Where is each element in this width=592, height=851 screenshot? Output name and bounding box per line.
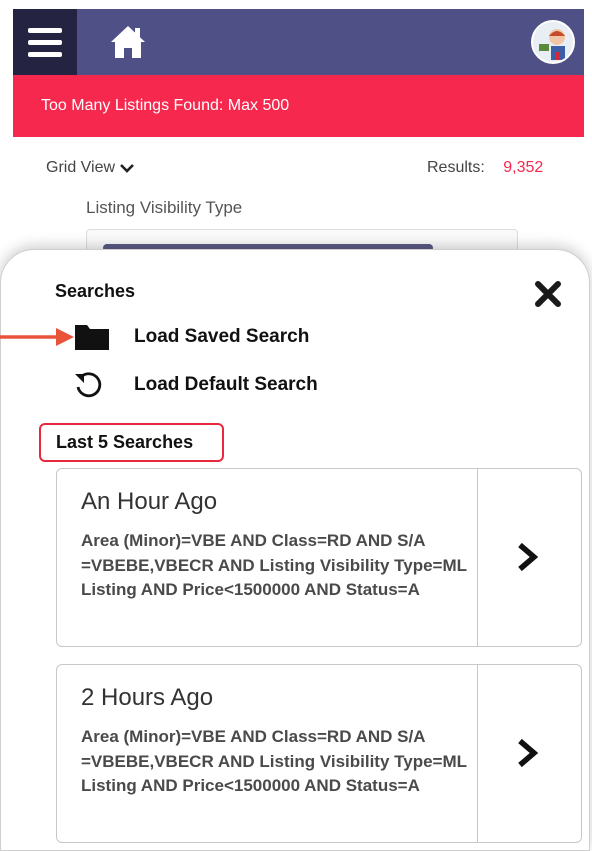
chevron-right-icon[interactable] — [515, 738, 541, 768]
load-saved-search-item[interactable]: Load Saved Search — [73, 320, 309, 354]
recent-search-card[interactable]: An Hour Ago Area (Minor)=VBE AND Class=R… — [56, 468, 582, 647]
chevron-right-icon[interactable] — [515, 542, 541, 572]
close-icon[interactable] — [533, 279, 563, 309]
results-label: Results: — [427, 159, 485, 176]
reset-icon — [75, 372, 102, 398]
top-navigation-bar — [13, 9, 584, 75]
folder-icon — [75, 325, 109, 350]
load-saved-search-label: Load Saved Search — [134, 326, 310, 347]
search-time: 2 Hours Ago — [81, 684, 214, 711]
load-default-search-item[interactable]: Load Default Search — [73, 368, 318, 402]
red-arrow-annotation — [0, 328, 74, 346]
load-default-search-label: Load Default Search — [134, 374, 318, 395]
search-query: Area (Minor)=VBE AND Class=RD AND S/A =V… — [81, 531, 467, 599]
user-avatar[interactable] — [531, 20, 575, 64]
hamburger-menu-icon[interactable] — [13, 9, 77, 75]
grid-view-label: Grid View — [46, 159, 116, 176]
chevron-down-icon — [120, 164, 134, 173]
last-5-searches-heading: Last 5 Searches — [39, 423, 224, 462]
search-time: An Hour Ago — [81, 488, 218, 515]
listing-visibility-label: Listing Visibility Type — [86, 198, 243, 217]
recent-search-card[interactable]: 2 Hours Ago Area (Minor)=VBE AND Class=R… — [56, 664, 582, 843]
max-listings-alert: Too Many Listings Found: Max 500 — [13, 75, 584, 137]
home-icon[interactable] — [108, 23, 148, 61]
results-value: 9,352 — [503, 159, 544, 176]
search-query: Area (Minor)=VBE AND Class=RD AND S/A =V… — [81, 727, 467, 795]
searches-title: Searches — [55, 281, 136, 301]
results-count: Results: 9,352 — [427, 159, 543, 177]
grid-view-dropdown[interactable]: Grid View — [46, 159, 134, 177]
